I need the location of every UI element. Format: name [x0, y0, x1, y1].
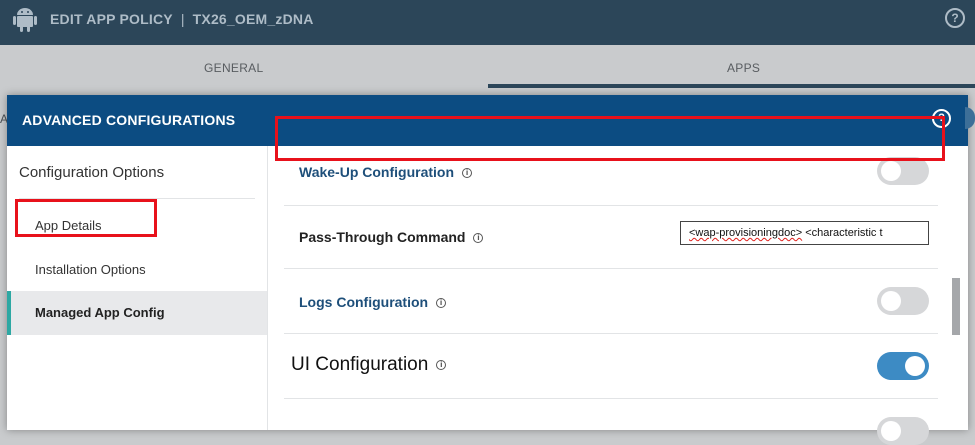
info-icon[interactable]: i [473, 233, 484, 244]
passthrough-command-input[interactable]: <wap-provisioningdoc> <characteristic t [680, 221, 929, 245]
ui-configuration-text: UI Configuration [291, 354, 429, 375]
next-configuration-toggle[interactable] [877, 417, 929, 445]
next-configuration-row [284, 399, 938, 445]
ui-configuration-row: UI Configuration i [284, 334, 938, 399]
configuration-sidebar: Configuration Options App Details Instal… [7, 146, 268, 430]
tab-apps[interactable]: APPS [727, 61, 760, 75]
modal-title: ADVANCED CONFIGURATIONS [22, 112, 236, 128]
command-text-part1: <wap-provisioningdoc> [689, 227, 803, 239]
ui-configuration-label: UI Configuration i [291, 354, 447, 376]
info-icon[interactable]: i [462, 168, 473, 179]
help-icon[interactable]: ? [945, 8, 965, 28]
sidebar-item-app-details[interactable]: App Details [7, 204, 267, 248]
command-text-part3: t [879, 227, 883, 239]
modal-header: ADVANCED CONFIGURATIONS ? [7, 95, 975, 146]
logs-configuration-row: Logs Configuration i [284, 269, 938, 334]
info-icon[interactable]: i [436, 359, 447, 370]
passthrough-command-text: Pass-Through Command [299, 229, 466, 245]
logs-configuration-toggle[interactable] [877, 287, 929, 315]
content-scrollbar[interactable] [952, 278, 960, 335]
passthrough-command-row: Pass-Through Command i <wap-provisioningd… [284, 206, 938, 269]
sidebar-heading: Configuration Options [19, 164, 165, 181]
modal-help-icon[interactable]: ? [932, 109, 951, 128]
sidebar-item-label: App Details [35, 218, 102, 233]
sidebar-item-label: Installation Options [35, 262, 146, 277]
wakeup-configuration-row: Wake-Up Configuration i [284, 146, 938, 206]
sidebar-divider [19, 198, 255, 199]
command-text-part2: <characteristic [802, 227, 880, 239]
ui-configuration-toggle[interactable] [877, 352, 929, 380]
app-header: EDIT APP POLICY | TX26_OEM_zDNA ? [0, 0, 975, 45]
policy-name: TX26_OEM_zDNA [192, 11, 314, 27]
sidebar-item-installation-options[interactable]: Installation Options [7, 248, 267, 292]
active-tab-indicator [488, 84, 975, 88]
page-title-text: EDIT APP POLICY [50, 11, 173, 27]
tab-general[interactable]: GENERAL [204, 61, 263, 75]
sidebar-item-label: Managed App Config [35, 305, 165, 320]
android-icon [13, 8, 37, 32]
title-separator: | [180, 11, 185, 27]
wakeup-configuration-label: Wake-Up Configuration i [299, 164, 473, 180]
info-icon[interactable]: i [436, 298, 447, 309]
wakeup-configuration-toggle[interactable] [877, 157, 929, 185]
wakeup-configuration-text: Wake-Up Configuration [299, 164, 455, 180]
logs-configuration-text: Logs Configuration [299, 294, 429, 310]
passthrough-command-label: Pass-Through Command i [299, 229, 484, 245]
page-title: EDIT APP POLICY | TX26_OEM_zDNA [50, 11, 314, 27]
scroll-handle[interactable] [965, 107, 975, 129]
sidebar-item-managed-app-config[interactable]: Managed App Config [7, 291, 267, 335]
logs-configuration-label: Logs Configuration i [299, 294, 447, 310]
